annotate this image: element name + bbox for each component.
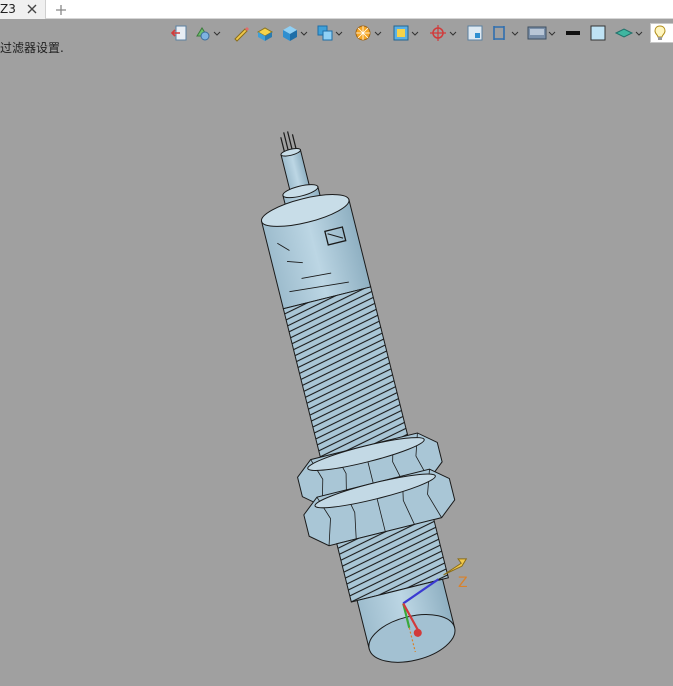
display-icon[interactable] xyxy=(527,23,557,43)
axis-icon[interactable] xyxy=(428,23,458,43)
copy-icon[interactable] xyxy=(316,23,344,43)
3d-viewport[interactable]: Z xyxy=(0,60,673,686)
sensor-model[interactable] xyxy=(0,60,673,686)
filter-icon[interactable] xyxy=(194,23,222,43)
document-tab-label: Z3 xyxy=(0,2,16,16)
new-tab-icon[interactable] xyxy=(52,0,70,19)
close-icon[interactable] xyxy=(24,1,40,17)
document-tab[interactable]: Z3 xyxy=(0,0,46,19)
cube-icon[interactable] xyxy=(280,23,308,43)
status-hint: 过滤器设置. xyxy=(0,41,64,55)
document-tab-strip: Z3 xyxy=(0,0,673,19)
grid-icon[interactable] xyxy=(466,23,484,43)
view-icon[interactable] xyxy=(392,23,420,43)
axis-z-label: Z xyxy=(458,575,468,591)
light-bulb-icon[interactable] xyxy=(650,23,673,43)
exit-icon[interactable] xyxy=(170,23,188,43)
section-icon[interactable] xyxy=(490,23,520,43)
sensing-head xyxy=(336,518,456,663)
sensor-body xyxy=(260,194,412,470)
render-icon[interactable] xyxy=(353,23,383,43)
layer-icon[interactable] xyxy=(614,23,644,43)
pencil-icon[interactable] xyxy=(232,23,250,43)
line-style-icon[interactable] xyxy=(564,23,582,43)
view-toolbar xyxy=(168,22,673,44)
cad-application: Z3 过滤器设置. Z xyxy=(0,0,673,686)
part-icon[interactable] xyxy=(256,23,274,43)
fill-color-icon[interactable] xyxy=(589,23,607,43)
